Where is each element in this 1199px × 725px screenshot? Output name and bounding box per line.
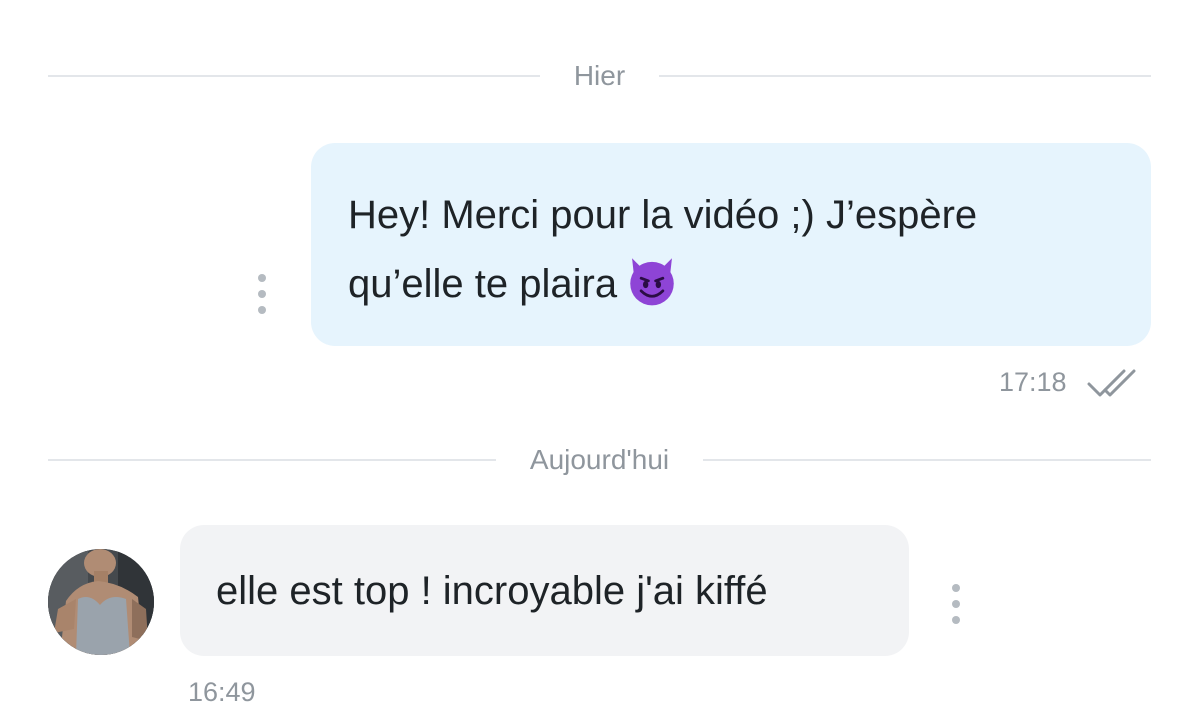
dot-icon — [258, 290, 266, 298]
date-separator-yesterday: Hier — [48, 56, 1151, 96]
smiling-devil-emoji-icon — [630, 258, 674, 306]
divider-line — [659, 75, 1151, 77]
message-time: 16:49 — [188, 677, 256, 707]
date-separator-label: Aujourd'hui — [529, 444, 670, 475]
contact-avatar[interactable] — [48, 549, 154, 655]
message-text-line: qu’elle te plaira — [348, 262, 618, 306]
dot-icon — [952, 616, 960, 624]
dot-icon — [258, 306, 266, 314]
double-check-icon — [1087, 369, 1136, 397]
dot-icon — [952, 584, 960, 592]
divider-line — [48, 75, 540, 77]
dot-icon — [952, 600, 960, 608]
divider-line — [703, 459, 1152, 461]
message-text-line: Hey! Merci pour la vidéo ;) J’espère — [348, 193, 978, 237]
divider-line — [48, 459, 496, 461]
dot-icon — [258, 274, 266, 282]
incoming-message-bubble[interactable]: elle est top ! incroyable j'ai kiffé — [180, 525, 909, 656]
outgoing-message-bubble[interactable]: Hey! Merci pour la vidéo ;) J’espère qu’… — [311, 143, 1151, 346]
message-text: elle est top ! incroyable j'ai kiffé — [216, 569, 768, 613]
avatar-photo — [48, 549, 154, 655]
date-separator-label: Hier — [573, 60, 626, 91]
message-text: Hey! Merci pour la vidéo ;) J’espère qu’… — [348, 181, 1115, 319]
message-options-button[interactable] — [944, 584, 968, 624]
message-options-button[interactable] — [250, 274, 274, 314]
message-time: 17:18 — [999, 367, 1067, 397]
date-separator-today: Aujourd'hui — [48, 440, 1152, 480]
